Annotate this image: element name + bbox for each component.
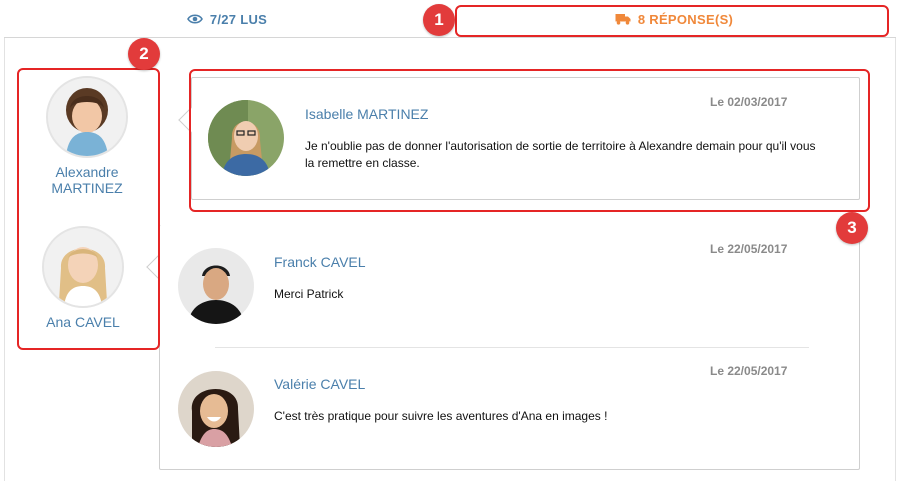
message-thread-card: Franck CAVEL Le 22/05/2017 Merci Patrick… — [146, 225, 860, 470]
content-border-left — [4, 38, 5, 481]
child-name: Alexandre MARTINEZ — [51, 164, 123, 196]
annotation-badge-3: 3 — [836, 212, 868, 244]
card-pointer — [178, 107, 204, 133]
child-name: Ana CAVEL — [46, 314, 120, 330]
annotation-badge-2: 2 — [128, 38, 160, 70]
truck-icon — [615, 13, 631, 25]
message-divider — [215, 347, 809, 348]
annotation-badge-1: 1 — [423, 4, 455, 36]
message-thread-card: Isabelle MARTINEZ Le 02/03/2017 Je n'oub… — [178, 77, 860, 200]
child-avatar — [46, 76, 128, 158]
eye-icon — [186, 13, 203, 25]
content-border-right — [895, 38, 896, 481]
author-name[interactable]: Isabelle MARTINEZ — [305, 106, 428, 122]
message-date: Le 22/05/2017 — [710, 364, 788, 378]
child-ana[interactable]: Ana CAVEL — [28, 226, 138, 330]
author-name[interactable]: Franck CAVEL — [274, 254, 366, 270]
author-avatar — [178, 248, 254, 324]
tab-read-label: 7/27 LUS — [209, 11, 268, 27]
author-avatar — [208, 100, 284, 176]
tab-read[interactable]: 7/27 LUS — [4, 0, 450, 38]
author-name[interactable]: Valérie CAVEL — [274, 376, 365, 392]
child-avatar — [42, 226, 124, 308]
author-avatar — [178, 371, 254, 447]
message-text: Je n'oublie pas de donner l'autorisation… — [305, 139, 816, 170]
tab-replies-label: 8 RÉPONSE(S) — [637, 11, 734, 27]
tab-replies[interactable]: 8 RÉPONSE(S) — [456, 0, 892, 38]
message-date: Le 22/05/2017 — [710, 242, 788, 256]
messages-page: 7/27 LUS 8 RÉPONSE(S) Alexandre MARTINEZ… — [0, 0, 900, 481]
message-date: Le 02/03/2017 — [710, 95, 788, 109]
message-text: Merci Patrick — [274, 287, 344, 301]
child-alexandre[interactable]: Alexandre MARTINEZ — [32, 76, 142, 196]
message-text: C'est très pratique pour suivre les aven… — [274, 409, 608, 423]
card-pointer — [146, 254, 172, 280]
